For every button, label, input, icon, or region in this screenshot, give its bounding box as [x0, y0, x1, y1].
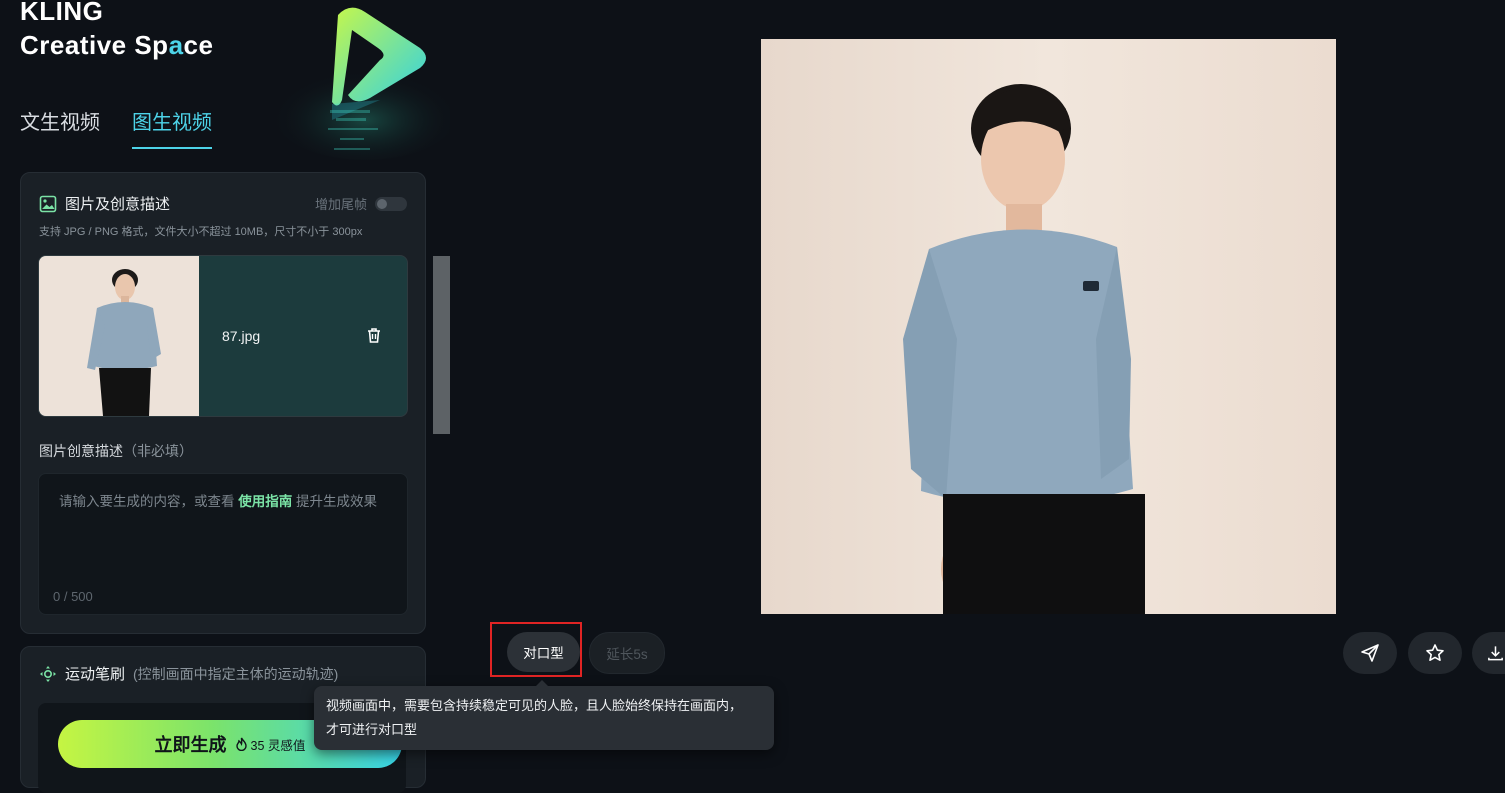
image-card-header: 图片及创意描述 — [39, 193, 170, 214]
motion-card-header: 运动笔刷 (控制画面中指定主体的运动轨迹) — [39, 663, 338, 684]
mode-tabs: 文生视频 图生视频 — [20, 106, 212, 149]
generate-cost-text: 35 灵感值 — [250, 738, 306, 753]
uploaded-image-slot[interactable]: 87.jpg — [38, 255, 408, 417]
image-description-card: 图片及创意描述 增加尾帧 支持 JPG / PNG 格式，文件大小不超过 10M… — [20, 172, 426, 634]
lip-sync-tooltip-text: 视频画面中，需要包含持续稳定可见的人脸，且人脸始终保持在画面内，才可进行对口型 — [326, 698, 743, 737]
share-button[interactable] — [1343, 632, 1397, 674]
description-label: 图片创意描述（非必填） — [39, 441, 193, 461]
motion-brush-icon — [40, 665, 56, 682]
logo-play-icon — [270, 7, 450, 160]
motion-card-title: 运动笔刷 — [65, 666, 126, 683]
uploaded-image-thumbnail — [39, 256, 199, 416]
download-button[interactable] — [1472, 632, 1505, 674]
send-icon — [1361, 644, 1379, 662]
extend-5s-button[interactable]: 延长5s — [589, 632, 665, 674]
brand-line-2-b: a — [168, 30, 184, 60]
download-icon — [1488, 646, 1503, 661]
trash-icon[interactable] — [365, 326, 383, 344]
brand-line-1: KLING — [20, 0, 104, 26]
end-frame-toggle-group: 增加尾帧 — [315, 194, 407, 213]
generate-cost: 35 灵感值 — [235, 735, 306, 754]
image-card-title: 图片及创意描述 — [65, 196, 171, 213]
generate-label: 立即生成 — [154, 735, 227, 755]
left-panel: KLING Creative Space 文生视频 图生视频 图片及创意描述 增… — [0, 0, 450, 793]
end-frame-toggle[interactable] — [375, 196, 407, 211]
upload-hint: 支持 JPG / PNG 格式，文件大小不超过 10MB，尺寸不小于 300px — [39, 226, 363, 238]
uploaded-file-name: 87.jpg — [222, 328, 261, 344]
brand-line-2: Creative Space — [20, 28, 213, 62]
brand-line-2-c: ce — [183, 30, 214, 60]
lip-sync-button[interactable]: 对口型 — [507, 632, 580, 672]
brand-line-2-a: Creative Sp — [20, 30, 169, 60]
description-placeholder: 请输入要生成的内容，或查看 使用指南 提升生成效果 — [59, 490, 387, 514]
favorite-button[interactable] — [1408, 632, 1462, 674]
lip-sync-tooltip: 视频画面中，需要包含持续稳定可见的人脸，且人脸始终保持在画面内，才可进行对口型 — [314, 680, 774, 750]
generated-video-preview[interactable] — [761, 39, 1336, 614]
tab-image-to-video[interactable]: 图生视频 — [132, 106, 212, 149]
description-label-text: 图片创意描述 — [39, 443, 123, 459]
tab-text-to-video[interactable]: 文生视频 — [20, 106, 100, 149]
placeholder-text-b: 提升生成效果 — [292, 494, 378, 509]
end-frame-toggle-label: 增加尾帧 — [314, 197, 367, 212]
flame-icon — [235, 737, 247, 751]
description-optional: （非必填） — [123, 443, 193, 459]
description-input[interactable]: 请输入要生成的内容，或查看 使用指南 提升生成效果 0 / 500 — [38, 473, 408, 615]
brand-title: KLING Creative Space — [20, 0, 213, 62]
panel-scrollbar[interactable] — [433, 256, 450, 434]
placeholder-text-a: 请输入要生成的内容，或查看 — [59, 494, 239, 509]
guide-link[interactable]: 使用指南 — [238, 494, 292, 509]
motion-card-subtitle: (控制画面中指定主体的运动轨迹) — [133, 665, 339, 682]
char-counter: 0 / 500 — [53, 589, 93, 604]
star-icon — [1426, 644, 1444, 661]
image-icon — [39, 195, 57, 212]
